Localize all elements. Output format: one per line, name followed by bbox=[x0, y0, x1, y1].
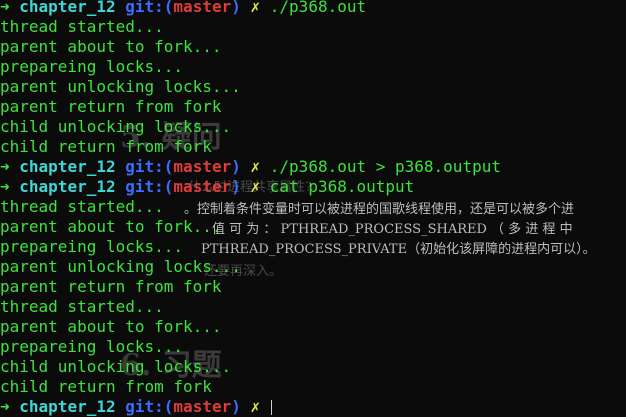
output-line: thread started... bbox=[0, 17, 164, 36]
prompt-line: ➜ chapter_12 git:(master) ✗ ./p368.out >… bbox=[0, 157, 626, 177]
git-label: git:( bbox=[125, 397, 174, 416]
prompt-directory: chapter_12 bbox=[19, 397, 116, 416]
output-line: parent about to fork... bbox=[0, 217, 222, 236]
git-label: git:( bbox=[125, 177, 174, 196]
git-label-close: ) bbox=[231, 177, 241, 196]
terminal-output[interactable]: ➜ chapter_12 git:(master) ✗ ./p368.out th… bbox=[0, 0, 626, 417]
git-dirty-icon: ✗ bbox=[250, 397, 261, 416]
output-line: child return from fork bbox=[0, 377, 212, 396]
prompt-directory: chapter_12 bbox=[19, 177, 116, 196]
git-branch: master bbox=[173, 397, 232, 416]
output-line: thread started... bbox=[0, 297, 164, 316]
prompt-line: ➜ chapter_12 git:(master) ✗ cat p368.out… bbox=[0, 177, 626, 197]
git-branch: master bbox=[173, 157, 232, 176]
git-label-close: ) bbox=[231, 157, 241, 176]
prompt-line: ➜ chapter_12 git:(master) ✗ bbox=[0, 397, 626, 417]
git-dirty-icon: ✗ bbox=[250, 157, 261, 176]
output-line: thread started... bbox=[0, 197, 164, 216]
command-text: cat p368.output bbox=[269, 177, 415, 196]
output-line: prepareing locks... bbox=[0, 237, 184, 256]
command-text: ./p368.out bbox=[269, 0, 367, 16]
command-text: ./p368.out > p368.output bbox=[269, 157, 501, 176]
text-cursor bbox=[270, 400, 272, 415]
output-line: parent about to fork... bbox=[0, 317, 222, 336]
output-line: prepareing locks... bbox=[0, 337, 184, 356]
git-dirty-icon: ✗ bbox=[250, 177, 261, 196]
output-line: prepareing locks... bbox=[0, 57, 184, 76]
git-label: git:( bbox=[125, 157, 174, 176]
output-line: parent unlocking locks... bbox=[0, 77, 241, 96]
prompt-directory: chapter_12 bbox=[19, 0, 116, 16]
output-line: child unlocking locks... bbox=[0, 357, 232, 376]
git-dirty-icon: ✗ bbox=[250, 0, 261, 16]
git-branch: master bbox=[173, 0, 232, 16]
prompt-arrow-icon: ➜ bbox=[0, 397, 10, 416]
output-line: parent return from fork bbox=[0, 277, 222, 296]
output-line: child unlocking locks... bbox=[0, 117, 232, 136]
output-line: parent unlocking locks... bbox=[0, 257, 241, 276]
prompt-arrow-icon: ➜ bbox=[0, 157, 10, 176]
git-label: git:( bbox=[125, 0, 174, 16]
git-label-close: ) bbox=[231, 397, 241, 416]
prompt-arrow-icon: ➜ bbox=[0, 177, 10, 196]
output-line: child return from fork bbox=[0, 137, 212, 156]
git-label-close: ) bbox=[231, 0, 241, 16]
prompt-arrow-icon: ➜ bbox=[0, 0, 10, 16]
prompt-line: ➜ chapter_12 git:(master) ✗ ./p368.out bbox=[0, 0, 626, 17]
git-branch: master bbox=[173, 177, 232, 196]
output-line: parent about to fork... bbox=[0, 37, 222, 56]
output-line: parent return from fork bbox=[0, 97, 222, 116]
prompt-directory: chapter_12 bbox=[19, 157, 116, 176]
